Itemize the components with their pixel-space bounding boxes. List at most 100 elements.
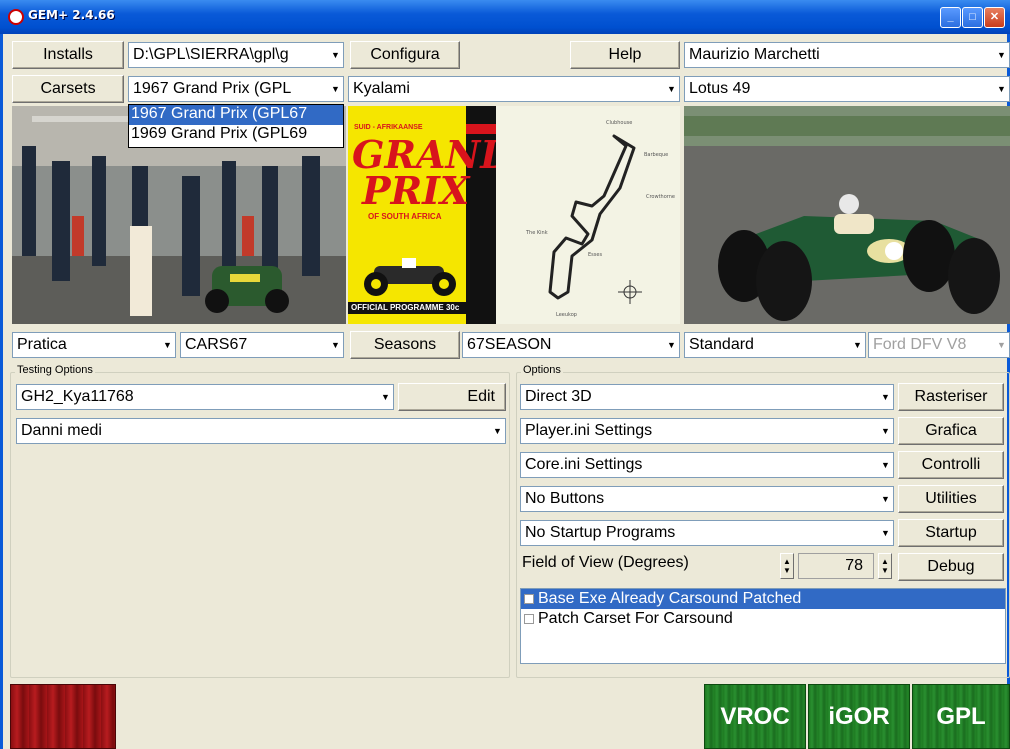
chevron-down-icon[interactable]: ▼ [878,521,893,545]
startup-programs-select[interactable]: No Startup Programs ▼ [520,520,894,546]
session-value: Pratica [17,336,67,353]
seasons-button[interactable]: Seasons [350,331,460,359]
poster-subtitle: OF SOUTH AFRICA [368,212,442,221]
car-photo [684,106,1010,324]
svg-text:Leeukop: Leeukop [556,312,577,318]
carset-value: 1967 Grand Prix (GPL [133,80,292,97]
chevron-down-icon[interactable]: ▼ [664,77,679,101]
checklist-item-base-exe[interactable]: Base Exe Already Carsound Patched [521,589,1005,609]
chevron-down-icon[interactable]: ▼ [160,333,175,357]
startup-button[interactable]: Startup [898,519,1004,547]
grafica-button[interactable]: Grafica [898,417,1004,445]
fov-spin-right[interactable]: ▲ ▼ [878,553,892,579]
edit-button[interactable]: Edit [398,383,506,411]
carset-option[interactable]: 1967 Grand Prix (GPL67 [129,105,343,125]
event-poster: SUID - AFRIKAANSE GRAND PRIX OF SOUTH AF… [348,106,496,324]
buttons-select[interactable]: No Buttons ▼ [520,486,894,512]
minimize-button[interactable]: _ [940,7,961,28]
svg-text:The Kink: The Kink [525,230,548,236]
chevron-down-icon[interactable]: ▼ [328,77,343,101]
setup-value: Standard [689,336,754,353]
igor-button[interactable]: iGOR [808,684,910,749]
flag-image [10,684,116,749]
player-ini-select[interactable]: Player.ini Settings ▼ [520,418,894,444]
svg-text:Barbeque: Barbeque [644,152,668,158]
car-value: Lotus 49 [689,80,751,97]
car-select[interactable]: Lotus 49 ▼ [684,76,1010,102]
carsound-checklist[interactable]: Base Exe Already Carsound Patched Patch … [520,588,1006,664]
core-ini-value: Core.ini Settings [525,456,643,473]
svg-text:Esses: Esses [588,252,602,258]
maximize-button[interactable]: □ [962,7,983,28]
carset-select[interactable]: 1967 Grand Prix (GPL ▼ [128,76,344,102]
cars-select[interactable]: CARS67 ▼ [180,332,344,358]
chevron-down-icon[interactable]: ▼ [994,333,1009,357]
vroc-button[interactable]: VROC [704,684,806,749]
carsets-button[interactable]: Carsets [12,75,124,103]
chevron-down-icon[interactable]: ▼ [878,419,893,443]
rasteriser-button[interactable]: Rasteriser [898,383,1004,411]
chevron-down-icon[interactable]: ▼ [328,333,343,357]
carset-dropdown-list[interactable]: 1967 Grand Prix (GPL67 1969 Grand Prix (… [128,104,344,148]
poster-title-line2: PRIX [362,168,470,213]
testing-profile-select[interactable]: GH2_Kya11768 ▼ [16,384,394,410]
chevron-down-icon[interactable]: ▼ [664,333,679,357]
fov-value[interactable]: 78 [798,553,874,579]
carset-option[interactable]: 1969 Grand Prix (GPL69 [129,125,343,145]
chevron-down-icon[interactable]: ▼ [490,419,505,443]
track-select[interactable]: Kyalami ▼ [348,76,680,102]
svg-text:Crowthorne: Crowthorne [646,194,675,200]
controlli-button[interactable]: Controlli [898,451,1004,479]
chevron-down-icon[interactable]: ▼ [328,43,343,67]
chevron-down-icon[interactable]: ▼ [994,77,1009,101]
utilities-button[interactable]: Utilities [898,485,1004,513]
core-ini-select[interactable]: Core.ini Settings ▼ [520,452,894,478]
startup-programs-value: No Startup Programs [525,524,676,541]
session-select[interactable]: Pratica ▼ [12,332,176,358]
engine-select[interactable]: Ford DFV V8 ▼ [868,332,1010,358]
poster-header: SUID - AFRIKAANSE [354,124,423,131]
track-map: Clubhouse Barbeque Crowthorne Esses The … [496,106,680,324]
checklist-item-label: Base Exe Already Carsound Patched [538,590,802,607]
svg-text:Clubhouse: Clubhouse [606,120,632,126]
damage-select[interactable]: Danni medi ▼ [16,418,506,444]
chevron-down-icon[interactable]: ▼ [878,453,893,477]
engine-value: Ford DFV V8 [873,336,967,353]
configura-button[interactable]: Configura [350,41,460,69]
season-select[interactable]: 67SEASON ▼ [462,332,680,358]
chevron-down-icon[interactable]: ▼ [878,385,893,409]
chevron-down-icon[interactable]: ▼ [378,385,393,409]
chevron-down-icon[interactable]: ▼ [994,43,1009,67]
help-button[interactable]: Help [570,41,680,69]
season-value: 67SEASON [467,336,552,353]
checkbox-icon[interactable] [524,594,534,604]
close-button[interactable]: ✕ [984,7,1005,28]
title-bar[interactable]: GEM+ 2.4.66 _ □ ✕ [0,0,1010,34]
damage-value: Danni medi [21,422,102,439]
checklist-item-patch-carset[interactable]: Patch Carset For Carsound [521,609,1005,629]
testing-options-label: Testing Options [15,364,95,376]
chevron-down-icon[interactable]: ▼ [878,487,893,511]
cars-value: CARS67 [185,336,248,353]
installs-path-select[interactable]: D:\GPL\SIERRA\gpl\g ▼ [128,42,344,68]
driver-value: Maurizio Marchetti [689,46,820,63]
gpl-button[interactable]: GPL [912,684,1010,749]
driver-select[interactable]: Maurizio Marchetti ▼ [684,42,1010,68]
chevron-down-icon[interactable]: ▼ [850,333,865,357]
options-label: Options [521,364,563,376]
debug-button[interactable]: Debug [898,553,1004,581]
renderer-select[interactable]: Direct 3D ▼ [520,384,894,410]
checklist-item-label: Patch Carset For Carsound [538,610,733,627]
track-value: Kyalami [353,80,410,97]
installs-button[interactable]: Installs [12,41,124,69]
testing-profile-value: GH2_Kya11768 [21,388,134,405]
installs-path-value: D:\GPL\SIERRA\gpl\g [133,46,289,63]
app-icon [8,9,24,25]
fov-label: Field of View (Degrees) [522,554,689,571]
setup-select[interactable]: Standard ▼ [684,332,866,358]
renderer-value: Direct 3D [525,388,592,405]
buttons-value: No Buttons [525,490,605,507]
fov-spin-left[interactable]: ▲ ▼ [780,553,794,579]
checkbox-icon[interactable] [524,614,534,624]
poster-car-illustration [354,246,464,298]
